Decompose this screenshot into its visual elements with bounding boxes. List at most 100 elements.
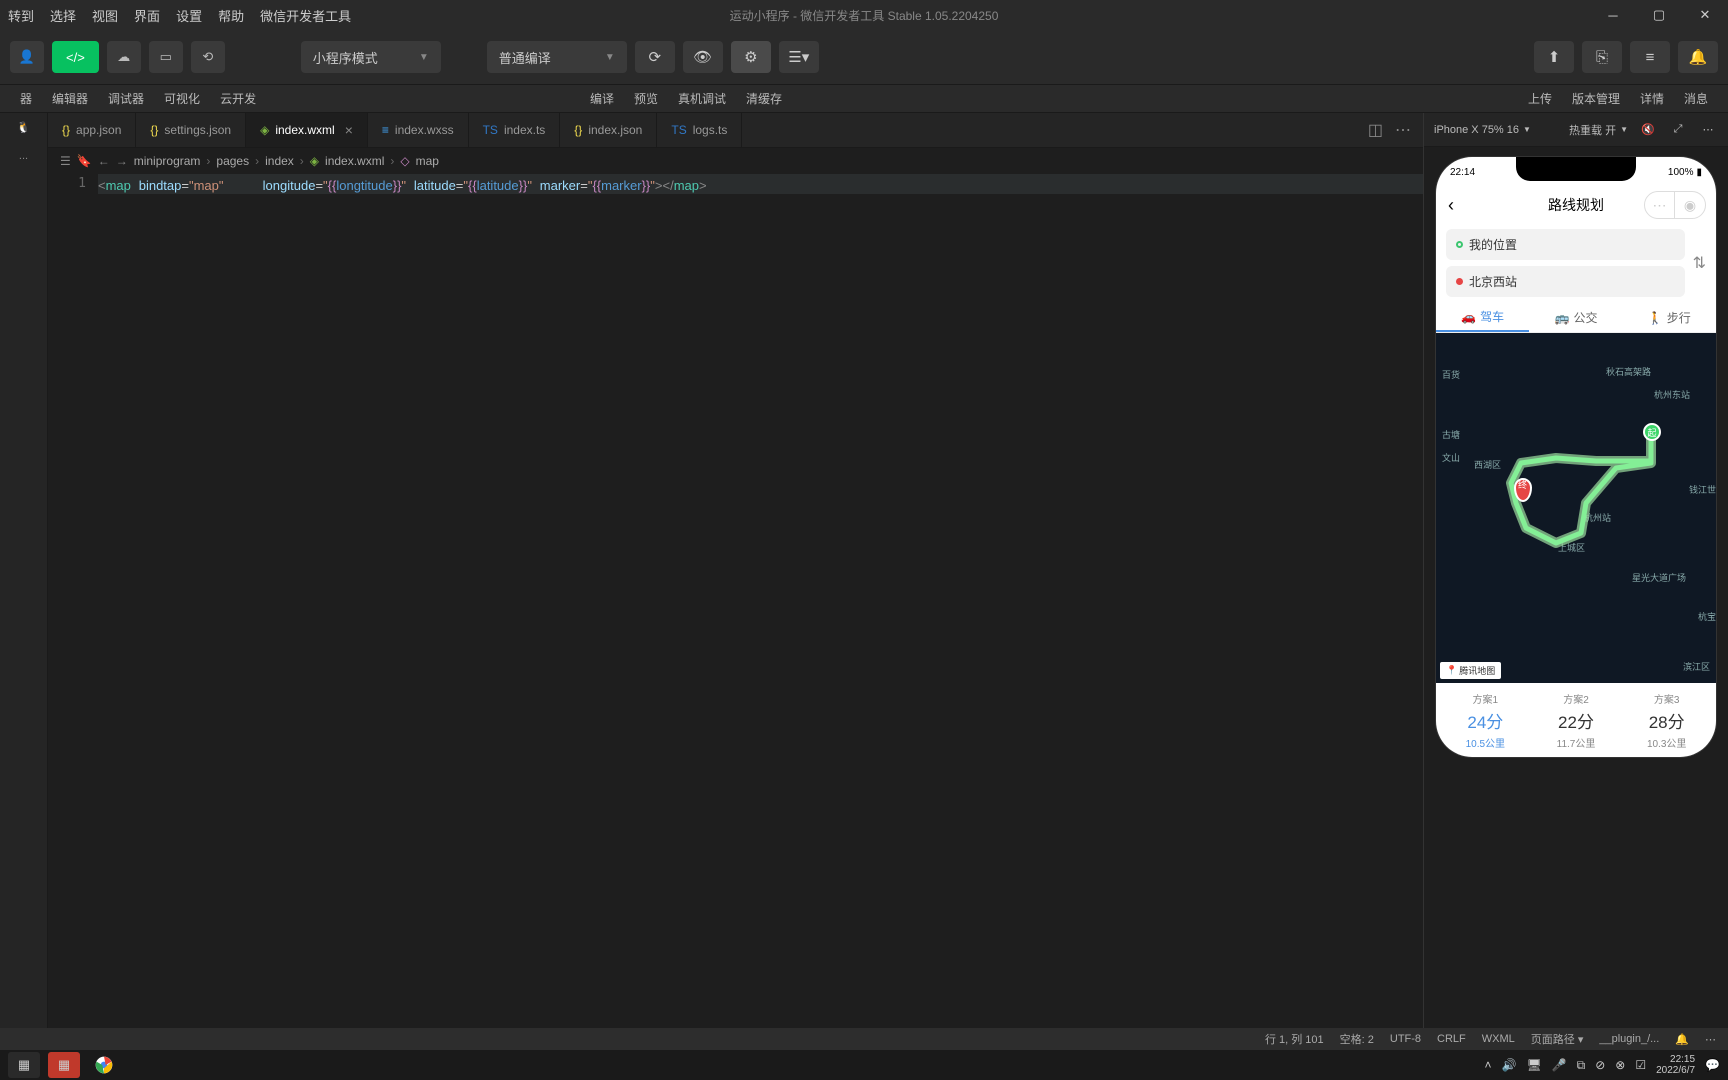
layout-button[interactable]: ▭ — [149, 41, 183, 73]
device-model-select[interactable]: iPhone X 75% 16▼ — [1434, 124, 1531, 136]
indent-info[interactable]: 空格: 2 — [1340, 1031, 1374, 1047]
compile-select[interactable]: 普通编译 ▼ — [487, 41, 627, 73]
tray-cancel-icon[interactable]: ⊗ — [1615, 1058, 1625, 1072]
eol-info[interactable]: CRLF — [1437, 1033, 1466, 1045]
bell-icon[interactable]: 🔔 — [1675, 1033, 1689, 1046]
realdevice-label[interactable]: 真机调试 — [678, 90, 726, 107]
more-icon[interactable]: ⋯ — [1698, 123, 1718, 136]
split-editor-icon[interactable]: ◫ — [1368, 120, 1383, 140]
breadcrumb-item[interactable]: map — [416, 154, 439, 168]
tab-settings-json[interactable]: {}settings.json — [136, 113, 246, 147]
cloud-label[interactable]: 云开发 — [220, 90, 256, 107]
breadcrumb-item[interactable]: index.wxml — [325, 154, 384, 168]
clear-button[interactable]: ☰▾ — [779, 41, 819, 73]
tab-index-wxml[interactable]: ◈index.wxml× — [246, 113, 368, 147]
list-icon[interactable]: ☰ — [60, 154, 71, 168]
route-option-3[interactable]: 方案3 28分 10.3公里 — [1621, 691, 1712, 750]
tray-check-icon[interactable]: ☑ — [1635, 1058, 1646, 1072]
code-editor[interactable]: 1 <map bindtap="map" longitude="{{longti… — [48, 174, 1423, 1028]
hot-reload-toggle[interactable]: 热重载 开▼ — [1569, 122, 1628, 138]
upload-button[interactable]: ⬆ — [1534, 41, 1574, 73]
swap-icon[interactable]: ⇅ — [1693, 253, 1706, 273]
cursor-position[interactable]: 行 1, 列 101 — [1265, 1031, 1324, 1047]
code-button[interactable]: </> — [52, 41, 99, 73]
taskbar-chrome[interactable] — [88, 1052, 120, 1078]
encoding-info[interactable]: UTF-8 — [1390, 1033, 1421, 1045]
link-button[interactable]: ⟲ — [191, 41, 225, 73]
tab-index-json[interactable]: {}index.json — [560, 113, 657, 147]
close-button[interactable]: ✕ — [1682, 0, 1728, 30]
notify-button[interactable]: 🔔 — [1678, 41, 1718, 73]
menu-goto[interactable]: 转到 — [8, 6, 34, 25]
tab-logs-ts[interactable]: TSlogs.ts — [657, 113, 742, 147]
tab-index-wxss[interactable]: ≡index.wxss — [368, 113, 469, 147]
editor-label[interactable]: 编辑器 — [52, 90, 88, 107]
tray-chevron-icon[interactable]: ˄ — [1484, 1058, 1491, 1072]
compile-label[interactable]: 编译 — [590, 90, 614, 107]
tab-index-ts[interactable]: TSindex.ts — [469, 113, 561, 147]
maximize-button[interactable]: ▢ — [1636, 0, 1682, 30]
transport-drive[interactable]: 🚗 驾车 — [1436, 303, 1529, 332]
message-label[interactable]: 消息 — [1684, 90, 1708, 107]
close-tab-icon[interactable]: × — [345, 122, 353, 138]
bookmark-icon[interactable]: 🔖 — [77, 154, 92, 168]
route-option-2[interactable]: 方案2 22分 11.7公里 — [1531, 691, 1622, 750]
tray-mic-icon[interactable]: 🎤 — [1552, 1058, 1567, 1072]
nav-back-icon[interactable]: ← — [98, 154, 110, 168]
menu-view[interactable]: 视图 — [92, 6, 118, 25]
taskbar-app-1[interactable]: ▦ — [8, 1052, 40, 1078]
capsule-more-icon[interactable]: ⋯ — [1645, 192, 1675, 218]
breadcrumb-item[interactable]: miniprogram — [134, 154, 201, 168]
system-clock[interactable]: 22:15 2022/6/7 — [1656, 1054, 1695, 1076]
expand-icon[interactable]: ⤢ — [1668, 123, 1688, 136]
visual-label[interactable]: 可视化 — [164, 90, 200, 107]
page-route[interactable]: 页面路径 ▾ — [1531, 1031, 1584, 1047]
breadcrumb-item[interactable]: index — [265, 154, 294, 168]
tray-block-icon[interactable]: ⊘ — [1595, 1058, 1605, 1072]
plugin-info[interactable]: __plugin_/... — [1599, 1033, 1659, 1045]
from-input[interactable]: 我的位置 — [1446, 229, 1685, 260]
lang-info[interactable]: WXML — [1482, 1033, 1515, 1045]
capsule-close-icon[interactable]: ◉ — [1675, 192, 1705, 218]
version-label[interactable]: 版本管理 — [1572, 90, 1620, 107]
map-view[interactable]: 百货 古塘 钱塘江 西湖区 上城区 滨江区 秋石高架路 杭州东站 杭州站 钱江世… — [1436, 333, 1716, 683]
menu-settings[interactable]: 设置 — [176, 6, 202, 25]
menu-help[interactable]: 帮助 — [218, 6, 244, 25]
debugger-label[interactable]: 调试器 — [108, 90, 144, 107]
clearcache-label[interactable]: 清缓存 — [746, 90, 782, 107]
mute-icon[interactable]: 🔇 — [1638, 123, 1658, 136]
route-option-1[interactable]: 方案1 24分 10.5公里 — [1440, 691, 1531, 750]
version-button[interactable]: ⎘ — [1582, 41, 1622, 73]
detail-button[interactable]: ≡ — [1630, 41, 1670, 73]
menu-interface[interactable]: 界面 — [134, 6, 160, 25]
mode-select[interactable]: 小程序模式 ▼ — [301, 41, 441, 73]
nav-forward-icon[interactable]: → — [116, 154, 128, 168]
refresh-button[interactable]: ⟳ — [635, 41, 675, 73]
menu-devtools[interactable]: 微信开发者工具 — [260, 6, 351, 25]
breadcrumb-item[interactable]: pages — [216, 154, 249, 168]
more-status-icon[interactable]: ⋯ — [1705, 1033, 1716, 1046]
tray-monitor-icon[interactable]: 🖥 — [1526, 1058, 1541, 1072]
transport-walk[interactable]: 🚶 步行 — [1623, 303, 1716, 332]
sidebar-icon[interactable]: 🐧 — [17, 121, 31, 135]
profile-button[interactable]: 👤 — [10, 41, 44, 73]
transport-bus[interactable]: 🚌 公交 — [1529, 303, 1622, 332]
cloud-button[interactable]: ☁ — [107, 41, 141, 73]
minimize-button[interactable]: ─ — [1590, 0, 1636, 30]
preview-button[interactable]: 👁 — [683, 41, 723, 73]
debug-button[interactable]: ⚙ — [731, 41, 771, 73]
tray-notification-icon[interactable]: 💬 — [1705, 1058, 1720, 1072]
tray-network-icon[interactable]: ⧉ — [1577, 1058, 1586, 1073]
upload-label[interactable]: 上传 — [1528, 90, 1552, 107]
menu-select[interactable]: 选择 — [50, 6, 76, 25]
tray-volume-icon[interactable]: 🔊 — [1502, 1058, 1517, 1072]
back-icon[interactable]: ‹ — [1448, 195, 1454, 216]
more-actions-icon[interactable]: ⋯ — [1395, 120, 1411, 140]
to-input[interactable]: 北京西站 — [1446, 266, 1685, 297]
preview-label[interactable]: 预览 — [634, 90, 658, 107]
explorer-sidebar: 🐧 ... — [0, 113, 48, 1028]
tab-app-json[interactable]: {}app.json — [48, 113, 136, 147]
sidebar-more-icon[interactable]: ... — [19, 149, 28, 163]
taskbar-app-2[interactable]: ▦ — [48, 1052, 80, 1078]
detail-label[interactable]: 详情 — [1640, 90, 1664, 107]
